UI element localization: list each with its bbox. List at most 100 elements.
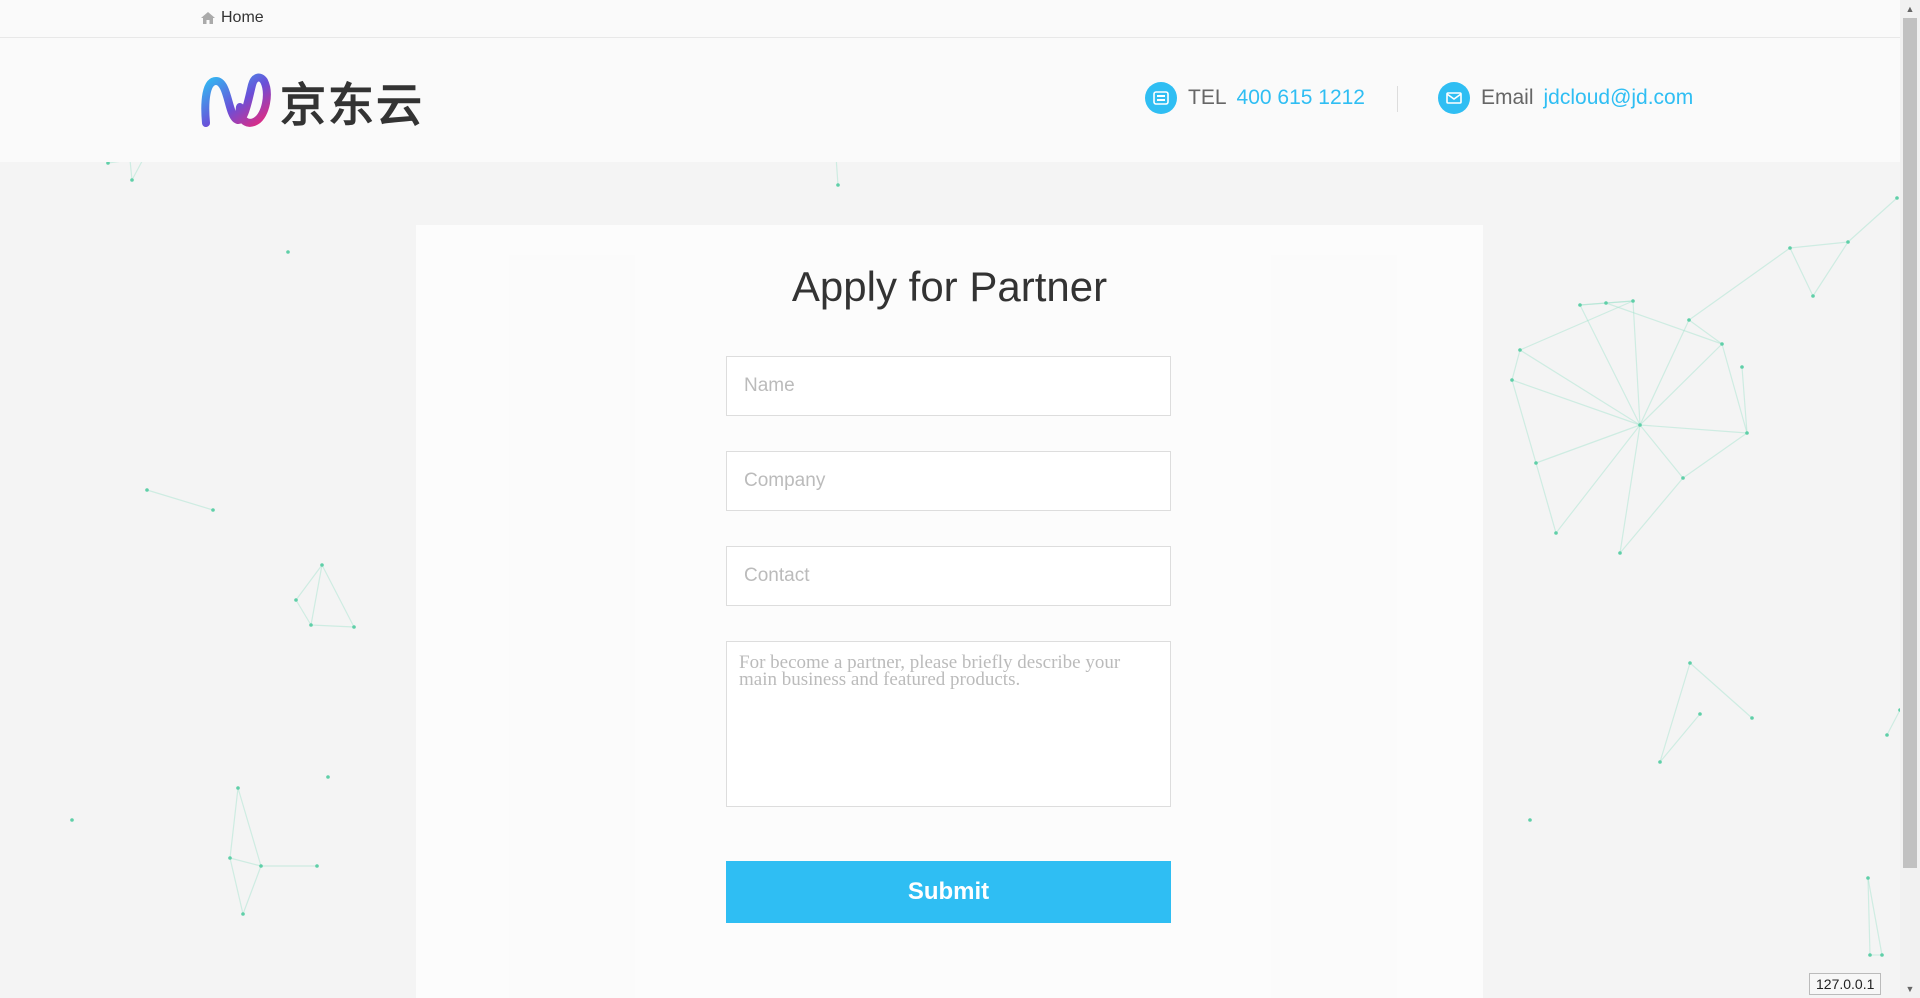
network-link xyxy=(1812,241,1849,297)
network-node xyxy=(1618,551,1622,555)
network-node xyxy=(1534,461,1538,465)
email-contact: Email jdcloud@jd.com xyxy=(1438,82,1693,114)
mail-icon xyxy=(1438,82,1470,114)
network-node xyxy=(326,775,330,779)
breadcrumb-home-link[interactable]: Home xyxy=(221,9,264,27)
network-node xyxy=(1638,423,1642,427)
network-node xyxy=(1885,733,1889,737)
network-node xyxy=(228,856,232,860)
network-node xyxy=(1681,476,1685,480)
name-input[interactable] xyxy=(726,356,1171,416)
tel-contact: TEL 400 615 1212 xyxy=(1145,82,1365,114)
network-link xyxy=(1689,662,1753,719)
network-node xyxy=(309,623,313,627)
network-node xyxy=(211,508,215,512)
network-link xyxy=(1659,662,1691,763)
network-link xyxy=(321,564,355,628)
network-node xyxy=(1788,246,1792,250)
network-node xyxy=(1895,196,1899,200)
network-node xyxy=(315,864,319,868)
network-link xyxy=(1579,302,1607,306)
top-bar: Home xyxy=(0,0,1900,38)
network-link xyxy=(1688,319,1723,345)
network-link xyxy=(146,489,214,511)
network-node xyxy=(352,625,356,629)
submit-button[interactable]: Submit xyxy=(726,861,1171,923)
scroll-up-arrow-icon[interactable]: ▲ xyxy=(1900,0,1920,18)
network-link xyxy=(1682,432,1748,479)
network-node xyxy=(1688,661,1692,665)
network-link xyxy=(1632,300,1641,426)
network-node xyxy=(1846,240,1850,244)
network-node xyxy=(320,563,324,567)
network-link xyxy=(1535,462,1557,534)
network-link xyxy=(295,599,312,626)
tel-label: TEL xyxy=(1188,86,1227,109)
logo-mark-icon xyxy=(201,73,271,127)
status-host-badge: 127.0.0.1 xyxy=(1809,973,1882,995)
network-link xyxy=(1688,247,1791,321)
network-node xyxy=(1554,531,1558,535)
email-label: Email xyxy=(1481,86,1534,109)
header-divider xyxy=(1397,86,1398,112)
network-node xyxy=(1720,342,1724,346)
tel-number-link[interactable]: 400 615 1212 xyxy=(1237,86,1365,110)
network-node xyxy=(1745,431,1749,435)
network-node xyxy=(1740,365,1744,369)
network-node xyxy=(286,250,290,254)
network-link xyxy=(1555,424,1641,534)
network-link xyxy=(1639,343,1723,426)
header: 京东云 TEL 400 615 1212 Email jdcloud@jd.co… xyxy=(0,38,1900,162)
network-node xyxy=(70,818,74,822)
network-link xyxy=(1789,241,1849,249)
network-node xyxy=(130,178,134,182)
network-node xyxy=(1510,378,1514,382)
network-link xyxy=(1511,379,1537,464)
network-link xyxy=(129,159,133,181)
network-node xyxy=(1698,712,1702,716)
scrollbar[interactable]: ▲ ▼ xyxy=(1900,0,1920,998)
network-link xyxy=(1519,349,1641,426)
network-link xyxy=(1789,247,1814,297)
network-node xyxy=(1750,716,1754,720)
network-link xyxy=(1886,709,1900,736)
scroll-down-arrow-icon[interactable]: ▼ xyxy=(1900,980,1920,998)
network-link xyxy=(1639,424,1684,479)
network-node xyxy=(1604,301,1608,305)
description-textarea[interactable] xyxy=(726,641,1171,807)
company-input[interactable] xyxy=(726,451,1171,511)
network-link xyxy=(229,857,262,867)
network-link xyxy=(242,865,262,915)
network-link xyxy=(1535,424,1641,464)
jdcloud-logo[interactable]: 京东云 xyxy=(200,69,424,135)
home-icon xyxy=(201,12,215,24)
breadcrumb[interactable]: Home xyxy=(200,9,264,27)
network-node xyxy=(1658,760,1662,764)
email-address-link[interactable]: jdcloud@jd.com xyxy=(1544,86,1694,110)
network-link xyxy=(295,564,323,601)
network-link xyxy=(1639,319,1690,426)
network-link xyxy=(1511,349,1521,381)
scroll-thumb[interactable] xyxy=(1903,18,1917,868)
network-link xyxy=(1519,300,1634,351)
network-node xyxy=(1528,818,1532,822)
network-link xyxy=(237,787,262,867)
network-node xyxy=(836,183,840,187)
partner-form-card: Apply for Partner Submit xyxy=(416,225,1483,998)
logo-text: 京东云 xyxy=(280,78,424,132)
network-node xyxy=(1578,303,1582,307)
network-link xyxy=(310,624,355,628)
contact-input[interactable] xyxy=(726,546,1171,606)
network-link xyxy=(1619,424,1641,554)
network-node xyxy=(241,912,245,916)
network-link xyxy=(1847,197,1898,243)
network-node xyxy=(1811,294,1815,298)
network-node xyxy=(1631,299,1635,303)
network-node xyxy=(1518,348,1522,352)
network-link xyxy=(229,787,239,859)
page-title: Apply for Partner xyxy=(791,263,1108,310)
network-node xyxy=(236,786,240,790)
network-node xyxy=(1880,953,1884,957)
network-link xyxy=(229,857,244,915)
phone-icon xyxy=(1145,82,1177,114)
